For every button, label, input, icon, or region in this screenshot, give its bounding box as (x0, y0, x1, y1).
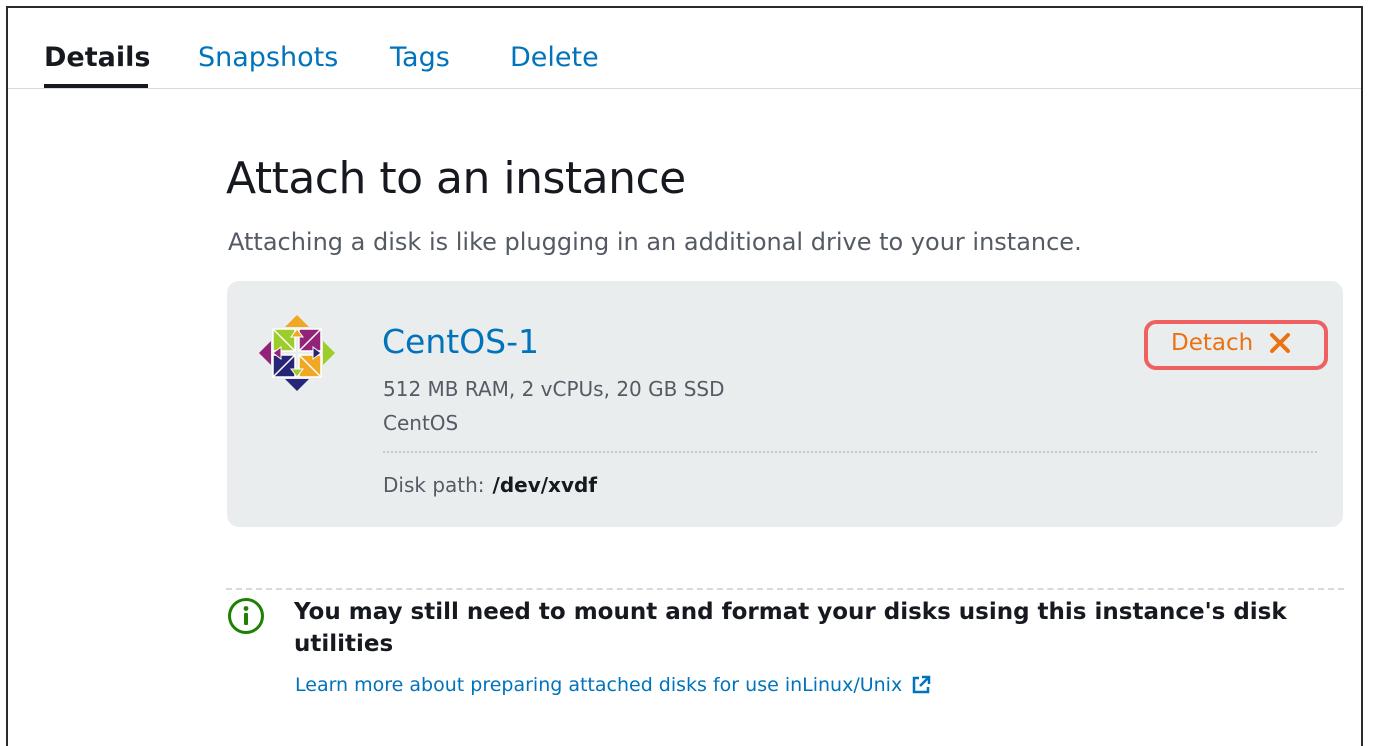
tab-bar: Details Snapshots Tags Delete (8, 8, 1361, 89)
card-divider (383, 451, 1317, 453)
learn-more-link[interactable]: Learn more about preparing attached disk… (295, 672, 932, 698)
tab-tags[interactable]: Tags (390, 40, 450, 76)
page-frame: Details Snapshots Tags Delete Attach to … (6, 6, 1363, 746)
close-icon (1270, 333, 1291, 353)
instance-os: CentOS (383, 411, 459, 435)
info-icon (228, 598, 264, 634)
disk-path-value: /dev/xvdf (492, 473, 598, 497)
tab-snapshots[interactable]: Snapshots (198, 40, 338, 76)
learn-more-link-text: Learn more about preparing attached disk… (295, 674, 903, 696)
section-separator (226, 588, 1344, 590)
detach-button[interactable]: Detach (1171, 325, 1291, 361)
section-title: Attach to an instance (226, 153, 686, 204)
disk-path: Disk path: /dev/xvdf (383, 471, 597, 499)
external-link-icon (912, 675, 931, 694)
active-tab-indicator (44, 84, 148, 88)
tab-details[interactable]: Details (44, 40, 150, 76)
attached-instance-card: CentOS-1 512 MB RAM, 2 vCPUs, 20 GB SSD … (227, 281, 1343, 527)
instance-name-link[interactable]: CentOS-1 (382, 321, 539, 363)
centos-logo-icon (259, 315, 335, 391)
section-description: Attaching a disk is like plugging in an … (228, 228, 1082, 256)
disk-path-label: Disk path: (383, 473, 485, 497)
detach-label: Detach (1171, 330, 1254, 356)
tab-delete[interactable]: Delete (510, 40, 599, 76)
alert-message: You may still need to mount and format y… (294, 599, 1287, 657)
instance-specs: 512 MB RAM, 2 vCPUs, 20 GB SSD (383, 377, 725, 401)
